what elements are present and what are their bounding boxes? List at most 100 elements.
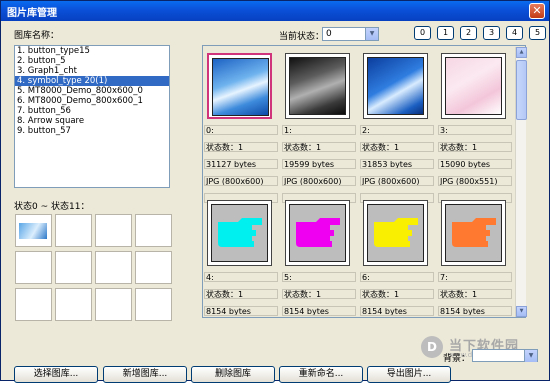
thumbnail-states: 状态数：1 <box>438 142 512 152</box>
state-button[interactable]: 1 <box>437 26 454 40</box>
thumbnail-size: 31127 bytes <box>204 159 278 169</box>
scroll-up-icon[interactable]: ▲ <box>516 47 527 58</box>
thumbnail-format: JPG (800x600) <box>204 176 278 186</box>
close-icon: ✕ <box>532 4 542 17</box>
state-cell[interactable] <box>15 288 52 321</box>
image-thumbnail[interactable] <box>363 53 428 119</box>
state-cell[interactable] <box>55 214 92 247</box>
image-library-window: 图片库管理 ✕ 图库名称： 1. button_type15 2. button_… <box>0 0 550 383</box>
select-library-button[interactable]: 选择图库... <box>14 366 98 383</box>
library-list-item[interactable]: 6. MT8000_Demo_800x600_1 <box>15 96 169 106</box>
thumbnail-index: 5: <box>282 272 356 282</box>
state-cell[interactable] <box>15 251 52 284</box>
thumbnail-states: 状态数：1 <box>204 142 278 152</box>
thumbnail-size: 8154 bytes <box>282 306 356 316</box>
thumbnail-size: 31853 bytes <box>360 159 434 169</box>
state-button[interactable]: 4 <box>506 26 523 40</box>
thumbnail-image <box>211 204 268 262</box>
window-title: 图片库管理 <box>7 8 57 19</box>
thumbnail-image <box>367 204 424 262</box>
thumbnail-image <box>367 57 424 115</box>
thumbnail-index: 7: <box>438 272 512 282</box>
thumbnail-size: 8154 bytes <box>204 306 278 316</box>
title-bar: 图片库管理 ✕ <box>1 1 549 21</box>
library-list-item[interactable]: 5. MT8000_Demo_800x600_0 <box>15 86 169 96</box>
downxia-logo-icon: D <box>421 336 443 358</box>
state-cell[interactable] <box>95 251 132 284</box>
state-range-label: 状态0 ~ 状态11： <box>14 202 90 212</box>
thumbnail-index: 6: <box>360 272 434 282</box>
thumbnail-states: 状态数：1 <box>360 289 434 299</box>
background-select[interactable]: ▼ <box>472 349 538 362</box>
thumbnail-index: 2: <box>360 125 434 135</box>
library-list-item[interactable]: 2. button_5 <box>15 56 169 66</box>
state-grid <box>15 214 172 322</box>
library-list-item[interactable]: 3. Graph1_cht <box>15 66 169 76</box>
state-button[interactable]: 3 <box>483 26 500 40</box>
rename-library-button[interactable]: 重新命名... <box>279 366 363 383</box>
state-cell[interactable] <box>135 288 172 321</box>
thumbnail-states: 状态数：1 <box>438 289 512 299</box>
thumbnail-index: 1: <box>282 125 356 135</box>
pointing-hand-icon <box>452 218 496 247</box>
state-button[interactable]: 0 <box>414 26 431 40</box>
state-button[interactable]: 5 <box>529 26 546 40</box>
thumbnail-states: 状态数：1 <box>282 289 356 299</box>
state-cell[interactable] <box>95 214 132 247</box>
library-list[interactable]: 1. button_type15 2. button_5 3. Graph1_cht… <box>14 45 170 188</box>
thumbnail-image <box>212 58 269 116</box>
chevron-down-icon[interactable]: ▼ <box>524 350 537 362</box>
image-thumbnail[interactable] <box>207 53 272 119</box>
image-thumbnail[interactable] <box>441 200 506 266</box>
current-state-label: 当前状态： <box>279 32 325 42</box>
thumbnail-index: 4: <box>204 272 278 282</box>
state-cell[interactable] <box>55 251 92 284</box>
state-cell[interactable] <box>135 214 172 247</box>
thumbnail-size: 8154 bytes <box>360 306 434 316</box>
image-gallery: 0: 状态数：1 31127 bytes JPG (800x600) 1: 状态数：1 19… <box>202 45 526 318</box>
image-thumbnail[interactable] <box>441 53 506 119</box>
thumbnail-index: 0: <box>204 125 278 135</box>
thumbnail-format: JPG (800x600) <box>360 176 434 186</box>
thumbnail-size: 8154 bytes <box>438 306 512 316</box>
library-list-item[interactable]: 4. symbol_type 20(1) <box>15 76 169 86</box>
thumbnail-size: 19599 bytes <box>282 159 356 169</box>
state-cell[interactable] <box>95 288 132 321</box>
thumbnail-states: 状态数：1 <box>360 142 434 152</box>
close-button[interactable]: ✕ <box>529 3 545 19</box>
pointing-hand-icon <box>296 218 340 247</box>
thumbnail-image <box>445 57 502 115</box>
pointing-hand-icon <box>218 218 262 247</box>
state-cell[interactable] <box>15 214 52 247</box>
thumbnail-states: 状态数：1 <box>204 289 278 299</box>
state-button[interactable]: 2 <box>460 26 477 40</box>
chevron-down-icon[interactable]: ▼ <box>365 28 378 40</box>
thumbnail-format: JPG (800x600) <box>282 176 356 186</box>
image-thumbnail[interactable] <box>207 200 272 266</box>
library-list-item[interactable]: 8. Arrow square <box>15 116 169 126</box>
current-state-select[interactable]: 0 ▼ <box>322 27 379 41</box>
scroll-down-icon[interactable]: ▼ <box>516 306 527 317</box>
delete-library-button[interactable]: 删除图库 <box>191 366 275 383</box>
current-state-value: 0 <box>326 29 332 39</box>
thumbnail-states: 状态数：1 <box>282 142 356 152</box>
scrollbar-thumb[interactable] <box>516 60 527 120</box>
thumbnail-image <box>445 204 502 262</box>
library-name-label: 图库名称： <box>14 31 60 41</box>
export-image-button[interactable]: 导出图片... <box>367 366 451 383</box>
thumbnail-image <box>289 204 346 262</box>
thumbnail-size: 15090 bytes <box>438 159 512 169</box>
state-cell[interactable] <box>55 288 92 321</box>
background-label: 背景： <box>443 354 471 364</box>
add-library-button[interactable]: 新增图库... <box>103 366 187 383</box>
thumbnail-image <box>289 57 346 115</box>
image-thumbnail[interactable] <box>363 200 428 266</box>
library-list-item[interactable]: 9. button_57 <box>15 126 169 136</box>
library-list-item[interactable]: 7. button_56 <box>15 106 169 116</box>
gallery-scrollbar[interactable]: ▲ ▼ <box>515 47 527 317</box>
state-cell[interactable] <box>135 251 172 284</box>
image-thumbnail[interactable] <box>285 53 350 119</box>
image-thumbnail[interactable] <box>285 200 350 266</box>
library-list-item[interactable]: 1. button_type15 <box>15 46 169 56</box>
state-thumbnail <box>19 223 47 239</box>
